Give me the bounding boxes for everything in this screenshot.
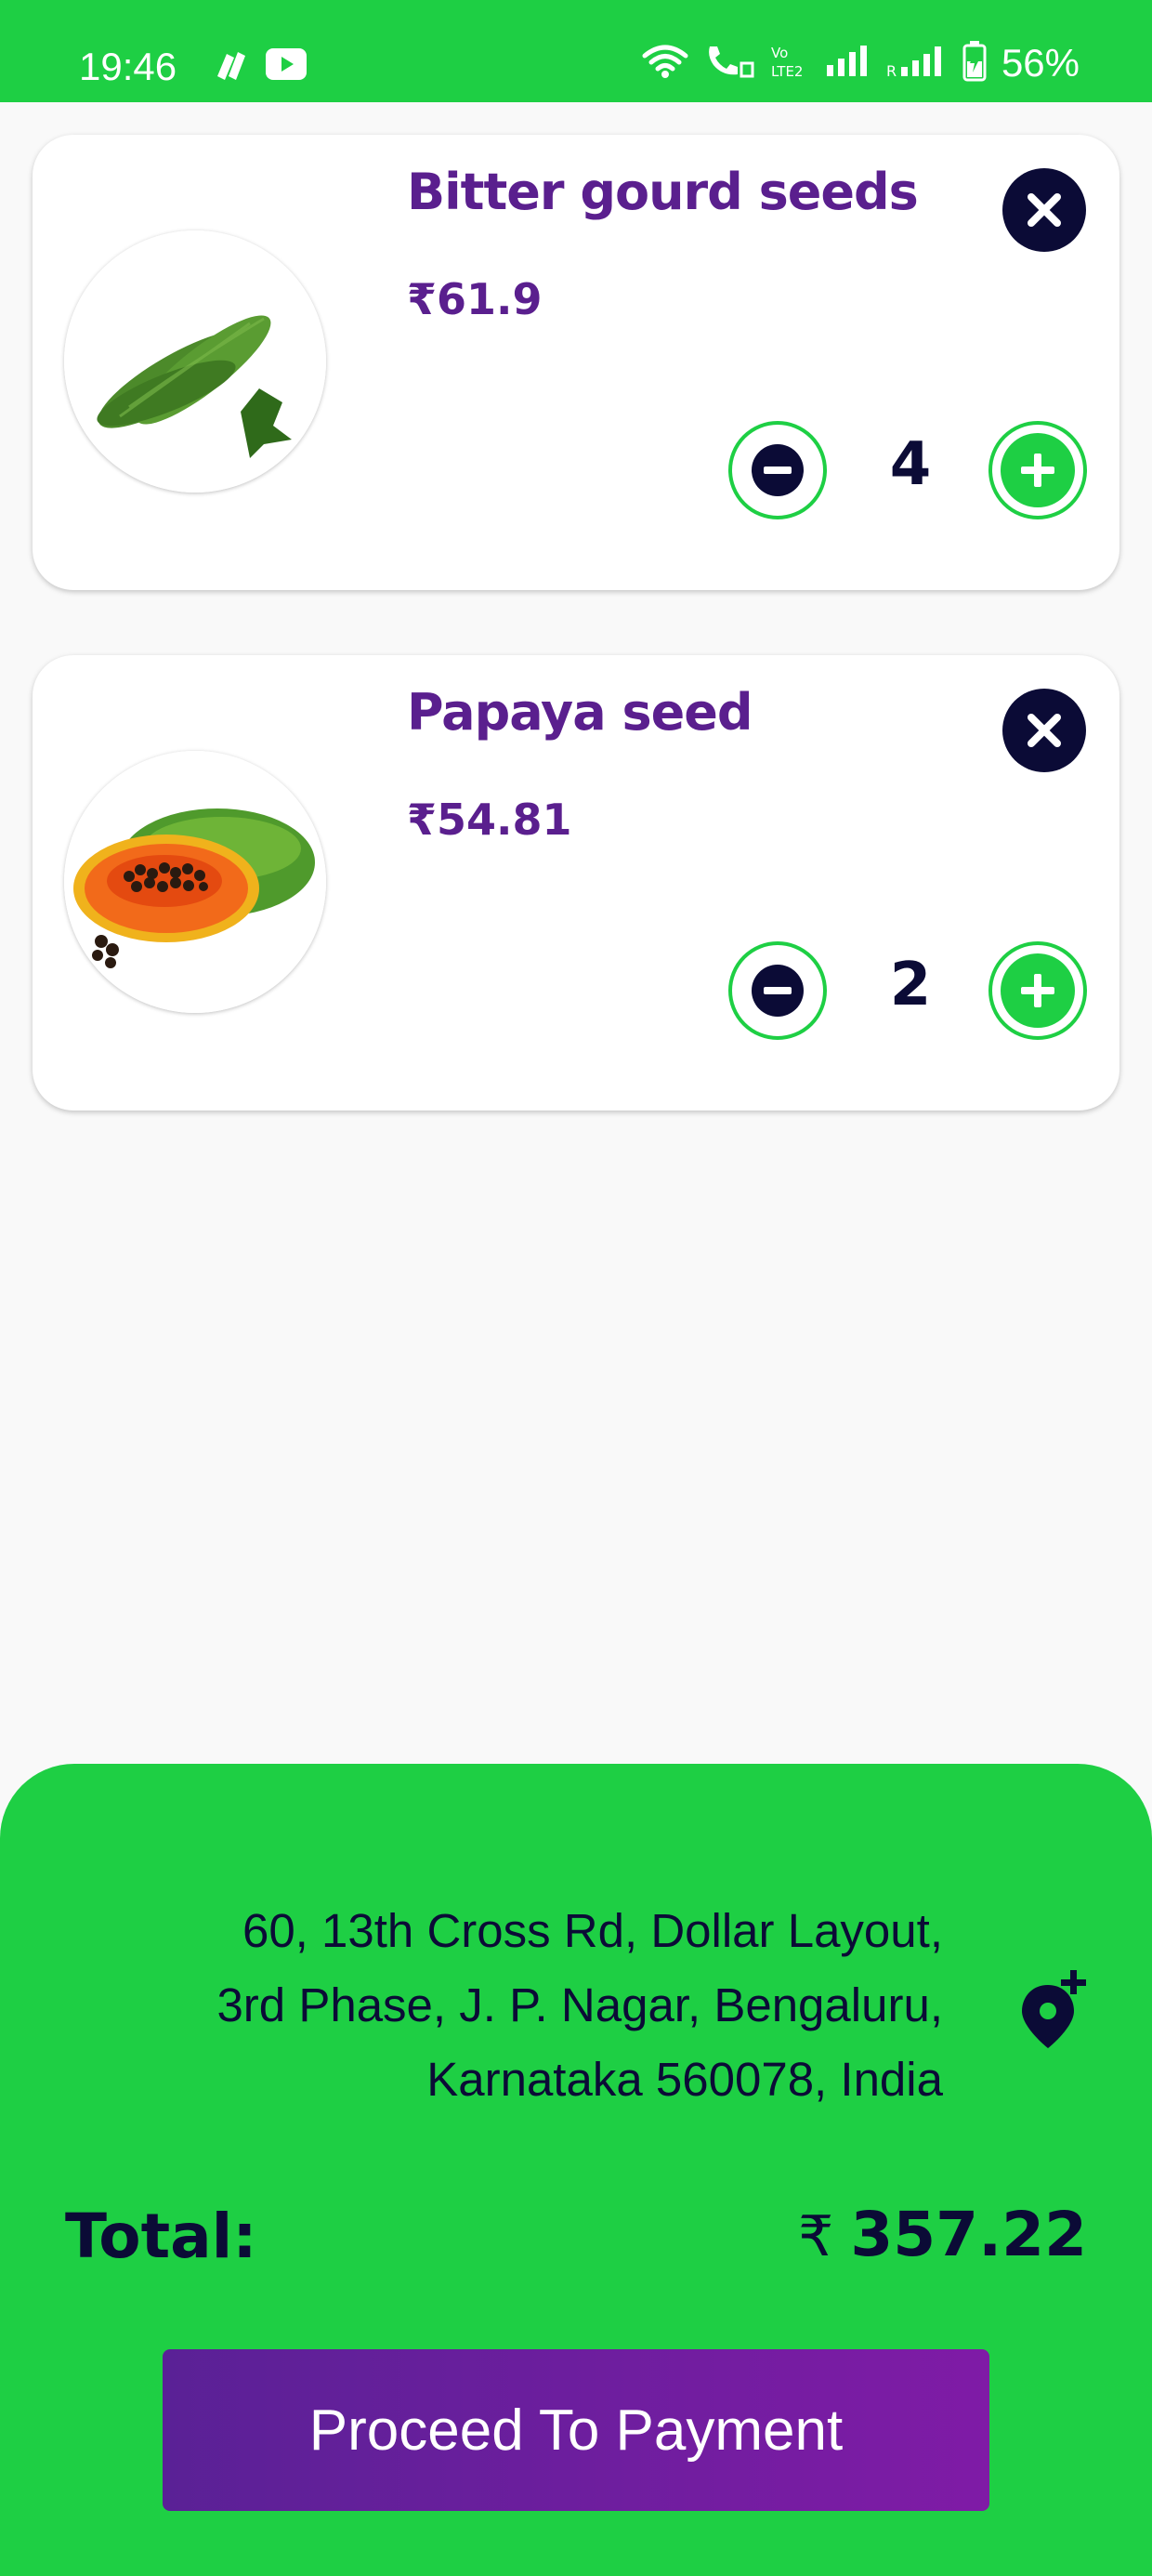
volte-icon: Vo LTE2 [769, 43, 810, 84]
status-bar: 19:46 Vo LTE2 R 56% [0, 0, 1152, 102]
quantity-value: 2 [889, 951, 932, 1019]
checkout-panel: 60, 13th Cross Rd, Dollar Layout, 3rd Ph… [0, 1764, 1152, 2576]
address-line: 60, 13th Cross Rd, Dollar Layout, [242, 1904, 943, 1957]
svg-text:R: R [886, 62, 897, 78]
cart-screen: 19:46 Vo LTE2 R 56% Bitter gourd seeds ₹… [0, 0, 1152, 2576]
increase-quantity-button[interactable] [988, 421, 1087, 519]
cart-item-card: Bitter gourd seeds ₹61.9 4 [33, 135, 1119, 590]
signal-roaming-icon: R [886, 45, 948, 82]
youtube-icon [266, 48, 307, 84]
address-line: 3rd Phase, J. P. Nagar, Bengaluru, [216, 1978, 943, 2031]
total-label: Total: [65, 2201, 257, 2272]
wifi-icon [641, 43, 689, 84]
increase-quantity-button[interactable] [988, 941, 1087, 1040]
status-time: 19:46 [79, 45, 177, 88]
battery-percent: 56% [1001, 41, 1080, 85]
product-price: ₹61.9 [407, 274, 543, 324]
minus-icon [752, 444, 804, 496]
close-icon [1028, 193, 1061, 227]
minus-icon [752, 965, 804, 1017]
product-name: Papaya seed [407, 683, 753, 742]
papaya-image [64, 751, 326, 1013]
battery-charging-icon [962, 41, 987, 85]
add-location-button[interactable] [1013, 1968, 1096, 2052]
product-price: ₹54.81 [407, 795, 572, 845]
remove-item-button[interactable] [1002, 168, 1086, 252]
cart-item-card: Papaya seed ₹54.81 2 [33, 655, 1119, 1111]
remove-item-button[interactable] [1002, 689, 1086, 772]
plus-icon [1001, 953, 1075, 1028]
close-icon [1028, 714, 1061, 747]
signal-icon [825, 45, 871, 82]
proceed-to-payment-button[interactable]: Proceed To Payment [163, 2349, 989, 2511]
currency-symbol: ₹ [798, 2204, 834, 2269]
svg-text:Vo: Vo [771, 45, 788, 61]
pinwheel-icon [212, 48, 249, 85]
wifi-call-icon [704, 43, 754, 84]
plus-icon [1001, 433, 1075, 507]
add-location-icon [1022, 1970, 1086, 2048]
address-line: Karnataka 560078, India [426, 2053, 943, 2106]
decrease-quantity-button[interactable] [728, 941, 827, 1040]
total-amount: ₹ 357.22 [798, 2199, 1087, 2270]
total-value: 357.22 [850, 2199, 1087, 2270]
bitter-gourd-image [64, 230, 326, 493]
quantity-value: 4 [889, 430, 932, 499]
decrease-quantity-button[interactable] [728, 421, 827, 519]
status-right-group: Vo LTE2 R 56% [641, 41, 1080, 85]
product-name: Bitter gourd seeds [407, 163, 919, 221]
delivery-address: 60, 13th Cross Rd, Dollar Layout, 3rd Ph… [37, 1894, 943, 2117]
svg-text:LTE2: LTE2 [771, 63, 803, 80]
